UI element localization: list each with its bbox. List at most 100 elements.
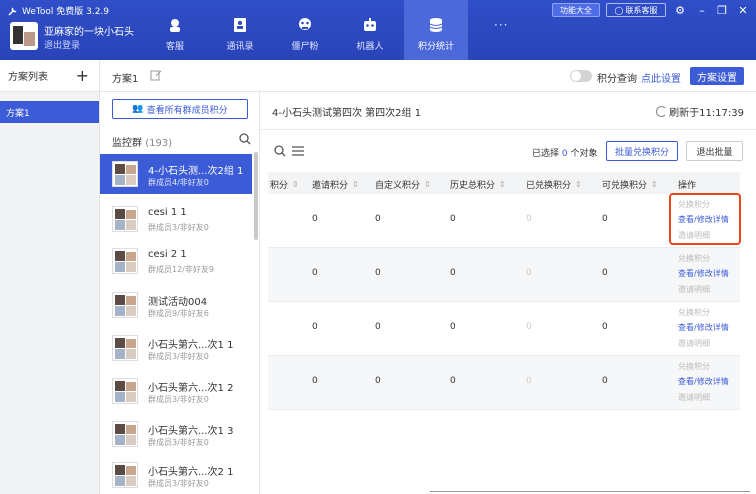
sort-icon: ⇕	[651, 180, 658, 189]
tab-customer-service[interactable]: 客服	[143, 0, 207, 60]
group-name: 4-小石头测...次2组 1	[148, 166, 244, 177]
group-name: cesi 2 1	[148, 249, 187, 260]
main-header: 4-小石头测试第四次 第四次2组 1 刷新于11:17:39	[260, 92, 756, 130]
group-name: 测试活动004	[148, 297, 208, 308]
group-avatar	[112, 378, 138, 404]
monitor-count: (193)	[145, 138, 173, 149]
available-score: 0	[602, 322, 608, 332]
logout-link[interactable]: 退出登录	[44, 38, 80, 51]
tab-score-stats[interactable]: 积分统计	[404, 0, 468, 60]
invite-score: 0	[312, 376, 318, 386]
headset-icon	[170, 18, 180, 32]
custom-score: 0	[375, 214, 381, 224]
table-toolbar: 已选择 0 个对象 批量兑换积分 退出批量	[260, 138, 756, 166]
exchange-score-link[interactable]: 兑换积分	[678, 361, 710, 372]
view-all-members-button[interactable]: 👥 查看所有群成员积分	[112, 99, 248, 119]
plan-list-title: 方案列表	[8, 72, 48, 83]
refresh-icon	[656, 106, 668, 117]
view-edit-link[interactable]: 查看/修改详情	[678, 376, 729, 387]
group-member-info: 群成员3/非好友0	[148, 223, 209, 232]
table-row: 0 0 0 0 0 兑换积分 查看/修改详情 邀请明细	[268, 356, 740, 410]
search-icon[interactable]	[274, 145, 286, 157]
group-name: 小石头第六...次1 3	[148, 426, 234, 437]
tab-robot[interactable]: 机器人	[338, 0, 402, 60]
column-header[interactable]: 已兑换积分 ⇕	[526, 178, 582, 191]
tab-contacts[interactable]: 通讯录	[208, 0, 272, 60]
sort-icon: ⇕	[292, 180, 299, 189]
group-avatar	[112, 161, 138, 187]
exchange-score-link[interactable]: 兑换积分	[678, 253, 710, 264]
search-icon[interactable]	[239, 133, 251, 145]
selected-prefix: 已选择	[532, 149, 560, 159]
history-score: 0	[450, 322, 456, 332]
title-bar: WeTool 免费版 3.2.9 亚麻家的一块小石头 退出登录 客服 通讯录 僵…	[0, 0, 756, 60]
click-setting-link[interactable]: 点此设置	[641, 70, 681, 85]
selected-status: 已选择 0 个对象	[532, 146, 598, 159]
group-item[interactable]: cesi 2 1 群成员12/非好友9	[100, 241, 252, 281]
plan-setting-button[interactable]: 方案设置	[690, 67, 744, 85]
tab-label: 机器人	[356, 41, 384, 52]
group-item[interactable]: 小石头第六...次1 1 群成员3/非好友0	[100, 328, 252, 368]
add-plan-button[interactable]: +	[76, 67, 89, 84]
score-query-toggle[interactable]	[570, 70, 592, 82]
tab-label: 通讯录	[226, 41, 254, 52]
zombie-icon	[299, 17, 311, 30]
group-item[interactable]: 小石头第六...次1 2 群成员3/非好友0	[100, 371, 252, 411]
invite-score: 0	[312, 322, 318, 332]
plan-bar: 方案1 积分查询 点此设置 方案设置	[100, 60, 756, 92]
profile-avatar[interactable]	[10, 22, 38, 50]
invite-detail-link[interactable]: 邀请明细	[678, 284, 710, 295]
view-all-label: 查看所有群成员积分	[146, 105, 228, 116]
app-title: WeTool 免费版 3.2.9	[8, 4, 109, 17]
more-tabs-button[interactable]: ···	[494, 18, 508, 32]
group-item[interactable]: cesi 1 1 群成员3/非好友0	[100, 199, 252, 239]
chat-icon: ◯	[614, 5, 624, 15]
column-header[interactable]: 历史总积分 ⇕	[450, 178, 506, 191]
group-item[interactable]: 测试活动004 群成员9/非好友6	[100, 285, 252, 325]
robot-icon	[364, 17, 376, 31]
tab-label: 积分统计	[417, 41, 454, 52]
group-list-scrollbar[interactable]	[254, 152, 258, 240]
function-list-button[interactable]: 功能大全	[552, 3, 600, 17]
view-edit-link[interactable]: 查看/修改详情	[678, 268, 729, 279]
restore-icon[interactable]: ❐	[714, 2, 730, 18]
table-row: 0 0 0 0 0 兑换积分 查看/修改详情 邀请明细	[268, 248, 740, 302]
refresh-button[interactable]: 刷新于11:17:39	[656, 104, 744, 119]
group-avatar	[112, 462, 138, 488]
group-item[interactable]: 4-小石头测...次2组 1 群成员4/非好友0	[100, 154, 252, 194]
close-icon[interactable]: ✕	[735, 2, 751, 18]
tab-zombie-fans[interactable]: 僵尸粉	[273, 0, 337, 60]
sort-icon: ⇕	[424, 180, 431, 189]
sort-icon: ⇕	[499, 180, 506, 189]
group-item[interactable]: 小石头第六...次2 1 群成员3/非好友0	[100, 455, 252, 494]
available-score: 0	[602, 268, 608, 278]
column-header[interactable]: 可兑换积分 ⇕	[602, 178, 658, 191]
group-member-info: 群成员4/非好友0	[148, 178, 209, 187]
tab-label: 客服	[165, 41, 184, 52]
view-edit-link[interactable]: 查看/修改详情	[678, 322, 729, 333]
group-member-info: 群成员3/非好友0	[148, 479, 209, 488]
invite-detail-link[interactable]: 邀请明细	[678, 392, 710, 403]
column-header[interactable]: 积分 ⇕	[270, 178, 299, 191]
column-header[interactable]: 邀请积分 ⇕	[312, 178, 359, 191]
contact-service-button[interactable]: ◯ 联系客服	[606, 3, 666, 17]
horizontal-scrollbar[interactable]	[430, 491, 750, 492]
custom-score: 0	[375, 376, 381, 386]
exchanged-score: 0	[526, 268, 532, 278]
list-menu-icon[interactable]	[292, 146, 304, 156]
plan-item-1[interactable]: 方案1	[0, 101, 99, 123]
settings-icon[interactable]: ⚙	[672, 2, 688, 18]
minimize-icon[interactable]: –	[694, 2, 710, 18]
edit-icon[interactable]	[150, 69, 162, 81]
group-item[interactable]: 小石头第六...次1 3 群成员3/非好友0	[100, 414, 252, 454]
invite-detail-link[interactable]: 邀请明细	[678, 338, 710, 349]
group-member-info: 群成员9/非好友6	[148, 309, 209, 318]
exchange-score-link[interactable]: 兑换积分	[678, 307, 710, 318]
batch-exchange-button[interactable]: 批量兑换积分	[606, 141, 678, 161]
database-icon	[429, 17, 443, 32]
group-title: 4-小石头测试第四次 第四次2组 1	[272, 108, 422, 119]
group-name: cesi 1 1	[148, 207, 187, 218]
available-score: 0	[602, 214, 608, 224]
column-header[interactable]: 自定义积分 ⇕	[375, 178, 431, 191]
exit-batch-button[interactable]: 退出批量	[686, 141, 743, 161]
